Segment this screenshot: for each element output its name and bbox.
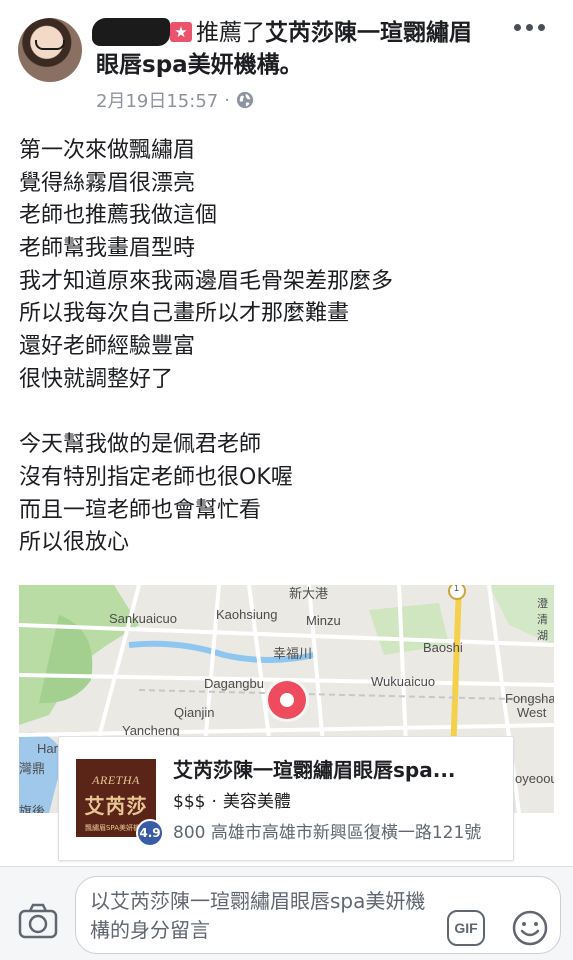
post-header: ★ 推薦了艾芮莎陳一瑄翾繡眉 眼唇spa美妍機構。 2月19日15:57 · [0, 0, 573, 118]
post-text-line: 今天幫我做的是佩君老師 [19, 432, 262, 458]
post-body: 第一次來做飄繡眉 覺得絲霧眉很漂亮 老師也推薦我做這個 老師幫我畫眉型時我才知道原來我… [19, 135, 539, 560]
post-text-line: 很快就調整好了 [19, 366, 174, 392]
map-label: 灣鼎 [19, 761, 46, 776]
globe-icon [236, 91, 254, 109]
meta-separator: · [224, 89, 230, 111]
post-text-line: 我才知道原來我兩邊眉毛骨架差那麼多 [19, 268, 394, 294]
map-label: Minzu [306, 613, 341, 628]
post-text-line [19, 397, 539, 430]
place-address: 800 高雄市高雄市新興區復橫一路121號 [173, 823, 482, 843]
map-label: Baoshi [423, 640, 463, 655]
post-headline: 推薦了艾芮莎陳一瑄翾繡眉 [196, 17, 506, 49]
map-label: Sankuaicuo [109, 611, 177, 626]
map-label: 1 [454, 585, 460, 593]
emoji-icon[interactable] [512, 910, 548, 946]
redacted-author-name [92, 18, 170, 46]
rating-badge: 4.9 [136, 819, 164, 847]
comment-input[interactable]: 以艾芮莎陳一瑄翾繡眉眼唇spa美妍機構的身分留言 GIF [75, 876, 561, 954]
page-name-link[interactable]: 艾芮莎陳一瑄翾繡眉 [265, 20, 472, 46]
place-name[interactable]: 艾芮莎陳一瑄翾繡眉眼唇spa... [173, 754, 503, 783]
price-range: $$$ [173, 792, 206, 812]
meta-separator: · [211, 792, 217, 812]
post-text-line: 所以很放心 [19, 530, 130, 556]
camera-icon[interactable] [18, 902, 58, 940]
recommendation-badge: ★ [170, 22, 192, 42]
post-text-line: 沒有特別指定老師也很OK喔 [19, 464, 293, 490]
post-text-line: 所以我每次自己畫所以才那麼難畫 [19, 301, 350, 327]
place-card[interactable]: ARETHA 艾芮莎 飄繡眉SPA美妍機構 4.9 艾芮莎陳一瑄翾繡眉眼唇spa… [58, 736, 514, 861]
recommend-action: 推薦了 [196, 20, 265, 46]
map-label: 新大港 [289, 586, 329, 601]
post-text-line: 第一次來做飄繡眉 [19, 138, 196, 163]
map-label: Wukuaicuo [371, 674, 436, 689]
post-text-line: 老師也推薦我做這個 [19, 203, 218, 229]
page-name-link-continued[interactable]: 眼唇spa美妍機構。 [96, 49, 303, 81]
comment-placeholder: 以艾芮莎陳一瑄翾繡眉眼唇spa美妍機構的身分留言 [90, 889, 426, 942]
map-label: Kaohsiung [216, 607, 278, 622]
gif-icon[interactable]: GIF [447, 910, 485, 946]
more-options-icon[interactable] [514, 24, 545, 31]
map-label: oyeoou [515, 771, 554, 786]
place-category: 美容美體 [222, 792, 291, 812]
post-meta: 2月19日15:57 · [96, 87, 254, 113]
map-label: Qianjin [174, 705, 215, 720]
map-label: Dagangbu [204, 676, 264, 691]
post-text-line: 還好老師經驗豐富 [19, 334, 196, 360]
post-text-line: 而且一瑄老師也會幫忙看 [19, 497, 262, 523]
author-avatar[interactable] [18, 18, 82, 82]
post-text-line: 老師幫我畫眉型時 [19, 236, 196, 262]
map-label: Fongshan [505, 691, 554, 706]
post-text-line: 覺得絲霧眉很漂亮 [19, 170, 196, 196]
post-timestamp[interactable]: 2月19日15:57 [96, 87, 218, 113]
place-meta: $$$ · 美容美體 [173, 787, 291, 812]
map-label: 澄清湖 [537, 598, 548, 642]
map-label: 幸福川 [273, 646, 313, 661]
map-label: West [517, 705, 547, 720]
map-label: 旗後 [19, 804, 46, 813]
map-pin-icon[interactable] [268, 681, 306, 719]
